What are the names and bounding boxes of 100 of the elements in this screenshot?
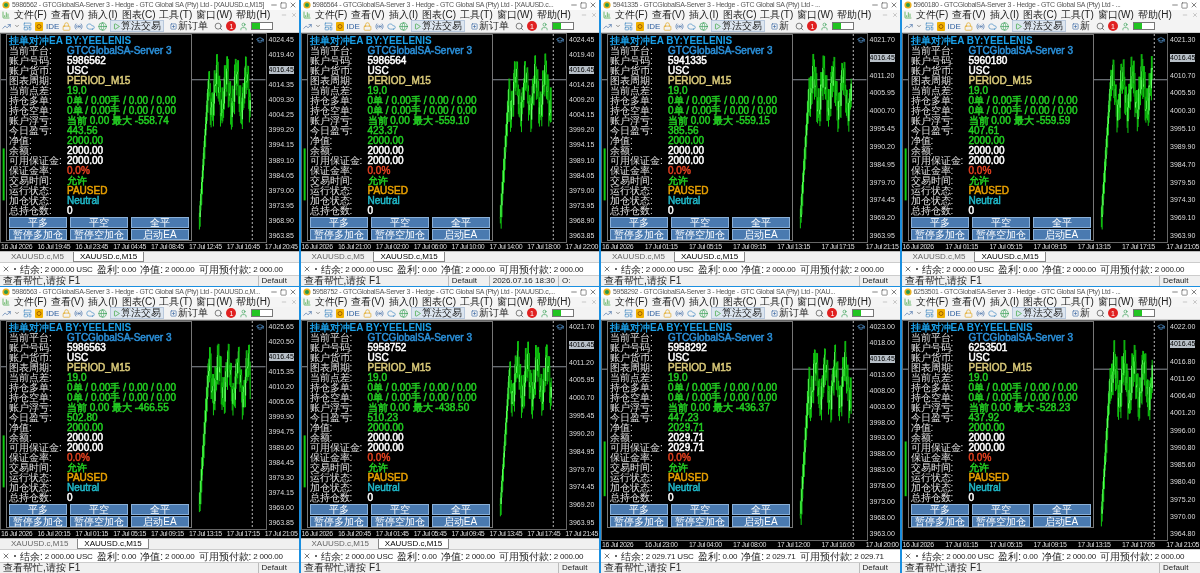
person-icon[interactable] — [1120, 308, 1130, 318]
chart-tab[interactable]: XAUUSD.c,M5 — [304, 252, 372, 262]
menu-item[interactable]: 文件(F) — [14, 10, 47, 20]
caret-icon[interactable] — [915, 310, 922, 316]
ide-button[interactable]: IDE — [947, 21, 961, 31]
ide-button[interactable]: IDE — [947, 308, 961, 318]
chart-tab[interactable]: XAUUSD.c,M15 — [4, 539, 76, 549]
menu-item[interactable]: 帮助(H) — [837, 10, 872, 20]
close-icon[interactable] — [2, 552, 10, 560]
person-icon[interactable] — [239, 308, 249, 318]
maximize-icon[interactable] — [880, 1, 888, 9]
menu-item[interactable]: 文件(F) — [314, 297, 348, 307]
menu-item[interactable]: 工具(T) — [760, 10, 794, 20]
chart-menu-icon[interactable] — [903, 11, 912, 19]
menu-item[interactable]: 图表(C) — [722, 10, 757, 20]
close-icon[interactable] — [589, 1, 597, 9]
menu-item[interactable]: 文件(F) — [615, 297, 648, 307]
lock-icon[interactable] — [362, 21, 372, 31]
cloud-icon[interactable] — [86, 308, 96, 318]
menu-item[interactable]: 帮助(H) — [536, 10, 571, 20]
template-icon[interactable] — [323, 308, 333, 318]
menu-item[interactable]: 查看(V) — [651, 297, 686, 307]
menu-item[interactable]: 查看(V) — [351, 297, 385, 307]
ea-button[interactable]: 暂停空加仓 — [671, 229, 729, 240]
ea-button[interactable]: 暂停多加仓 — [9, 229, 67, 240]
ea-button[interactable]: 启动EA — [431, 229, 490, 240]
signal-icon[interactable] — [675, 308, 685, 318]
template-icon[interactable] — [23, 21, 32, 31]
search-icon[interactable] — [815, 308, 825, 318]
menu-item[interactable]: 工具(T) — [159, 10, 193, 20]
graduation-cap-icon[interactable] — [856, 36, 865, 44]
ea-button[interactable]: 暂停空加仓 — [70, 229, 128, 240]
menu-item[interactable]: 图表(C) — [422, 10, 456, 20]
lock-icon[interactable] — [362, 308, 372, 318]
ea-button[interactable]: 全平 — [131, 217, 189, 228]
menu-item[interactable]: 图表(C) — [1023, 297, 1057, 307]
chart-menu-icon[interactable] — [603, 298, 611, 306]
ea-button[interactable]: 平空 — [70, 504, 128, 515]
algo-trading-button[interactable]: 算法交易 — [110, 307, 165, 319]
ea-button[interactable]: 平空 — [971, 217, 1030, 228]
menu-item[interactable]: 插入(I) — [989, 10, 1020, 20]
menu-item[interactable]: 窗口(W) — [196, 10, 233, 20]
coin-icon[interactable] — [636, 21, 644, 31]
menu-item[interactable]: 查看(V) — [351, 10, 385, 20]
line-chart-icon[interactable] — [603, 21, 612, 31]
menu-item[interactable]: 文件(F) — [615, 10, 648, 20]
close-icon[interactable] — [589, 288, 597, 296]
close-icon[interactable] — [2, 265, 10, 273]
ea-button[interactable]: 平多 — [9, 504, 67, 515]
graduation-cap-icon[interactable] — [556, 323, 564, 331]
ea-button[interactable]: 全平 — [1032, 504, 1091, 515]
graduation-cap-icon[interactable] — [255, 36, 264, 44]
ea-button[interactable]: 暂停空加仓 — [370, 516, 429, 527]
menu-item[interactable]: 帮助(H) — [837, 297, 872, 307]
template-icon[interactable] — [624, 21, 633, 31]
lock-icon[interactable] — [62, 308, 72, 318]
ea-button[interactable]: 平多 — [309, 217, 368, 228]
menu-item[interactable]: 工具(T) — [159, 297, 193, 307]
line-chart-icon[interactable] — [2, 308, 11, 318]
coin-icon[interactable] — [335, 308, 344, 318]
chart-menu-icon[interactable] — [302, 298, 311, 306]
coin-icon[interactable] — [35, 308, 43, 318]
person-icon[interactable] — [820, 21, 830, 31]
menu-item[interactable]: 插入(I) — [689, 297, 719, 307]
globe-icon[interactable] — [999, 308, 1009, 318]
ea-button[interactable]: 启动EA — [131, 229, 189, 240]
signal-icon[interactable] — [975, 21, 985, 31]
menu-item[interactable]: 窗口(W) — [196, 297, 233, 307]
signal-icon[interactable] — [675, 21, 685, 31]
ide-button[interactable]: IDE — [46, 21, 60, 31]
new-order-button[interactable]: 新订单 — [768, 307, 813, 319]
menu-item[interactable]: 插入(I) — [388, 10, 419, 20]
cloud-icon[interactable] — [386, 308, 396, 318]
new-order-button[interactable]: 新订单 — [467, 20, 512, 32]
caret-icon[interactable] — [314, 310, 321, 316]
chart-menu-icon[interactable] — [2, 298, 10, 306]
ea-button[interactable]: 全平 — [431, 217, 490, 228]
algo-trading-button[interactable]: 算法交易 — [410, 20, 465, 32]
menu-item[interactable]: 文件(F) — [915, 10, 949, 20]
ea-button[interactable]: 暂停多加仓 — [309, 516, 368, 527]
person-icon[interactable] — [239, 21, 249, 31]
close-icon[interactable] — [1190, 288, 1198, 296]
menu-item[interactable]: 图表(C) — [1023, 10, 1057, 20]
menu-item[interactable]: 窗口(W) — [496, 10, 533, 20]
close-icon[interactable] — [1190, 1, 1198, 9]
template-icon[interactable] — [924, 308, 934, 318]
ide-button[interactable]: IDE — [46, 308, 60, 318]
caret-icon[interactable] — [615, 23, 621, 29]
line-chart-icon[interactable] — [2, 21, 11, 31]
globe-icon[interactable] — [699, 308, 709, 318]
search-icon[interactable] — [514, 308, 524, 318]
cloud-icon[interactable] — [386, 21, 396, 31]
signal-icon[interactable] — [74, 21, 84, 31]
maximize-icon[interactable] — [580, 288, 587, 296]
menu-item[interactable]: 插入(I) — [388, 297, 419, 307]
person-icon[interactable] — [840, 308, 850, 318]
algo-trading-button[interactable]: 算法交易 — [1011, 20, 1066, 32]
ea-button[interactable]: 暂停空加仓 — [370, 229, 429, 240]
search-icon[interactable] — [214, 308, 224, 318]
ea-button[interactable]: 全平 — [732, 504, 790, 515]
